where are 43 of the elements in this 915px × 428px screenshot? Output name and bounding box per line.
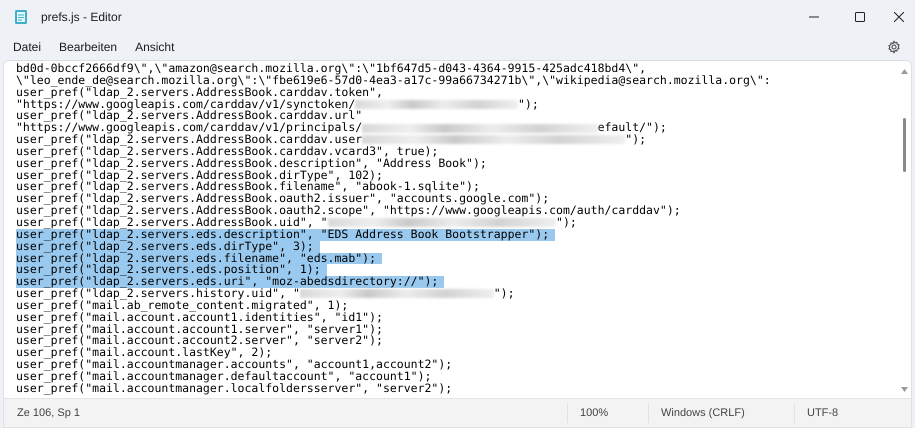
code-line: "); (625, 134, 646, 146)
code-line: user_pref("ldap_2.servers.history.uid", " (16, 288, 300, 300)
scroll-up-icon[interactable] (900, 69, 908, 74)
code-line: "); (556, 216, 577, 229)
code-line: "); (494, 288, 515, 300)
menu-item[interactable]: Datei (4, 37, 50, 57)
code-line: user_pref("mail.account.lastKey", 2); (16, 347, 272, 360)
code-line: user_pref("ldap_2.servers.AddressBook.carddav.vcard3", true); (16, 146, 438, 158)
code-line: user_pref("mail.accountmanager.localfoldersserver", "server2"); (16, 382, 452, 395)
code-line: bd0d-0bccf2666df9\",\"amazon@search.mozilla.org\":\"1bf647d5-d043-4364-9915-425adc418bd4\", (16, 63, 646, 75)
close-icon (894, 12, 904, 22)
code-line: user_pref("ldap_2.servers.AddressBook.filename", "abook-1.sqlite"); (16, 181, 480, 194)
code-line: user_pref("mail.ab_remote_content.migrated", 1); (16, 300, 348, 312)
scroll-down-icon[interactable] (900, 387, 908, 392)
code-line: "https://www.googleapis.com/carddav/v1/synctoken/ (16, 98, 356, 110)
code-line: "); (518, 98, 539, 110)
code-line: user_pref("mail.account.account2.server", "server2"); (16, 335, 383, 348)
menu-item[interactable]: Bearbeiten (50, 37, 126, 57)
settings-icon[interactable] (887, 40, 901, 54)
window-title: prefs.js - Editor (41, 10, 123, 24)
code-line: user_pref("mail.accountmanager.accounts", "account1,account2"); (16, 359, 452, 371)
maximize-icon (855, 12, 865, 22)
line-endings: Windows (CRLF) (661, 407, 745, 419)
scrollbar-thumb[interactable] (902, 118, 906, 172)
code-line: user_pref("ldap_2.servers.AddressBook.oauth2.scope", "https://www.googleapis.com/auth/carddav"); (16, 205, 681, 217)
code-line: efault/"); (598, 122, 667, 134)
code-line: user_pref("ldap_2.servers.AddressBook.oauth2.issuer", "accounts.google.com"); (16, 193, 550, 206)
code-line: user_pref("ldap_2.servers.AddressBook.description", "Address Book"); (16, 158, 487, 170)
code-line: user_pref("ldap_2.servers.AddressBook.carddav.url" (16, 110, 362, 122)
code-line: "https://www.googleapis.com/carddav/v1/principals/ (16, 122, 362, 134)
encoding: UTF-8 (807, 407, 838, 419)
zoom-level: 100% (580, 407, 608, 419)
code-line: user_pref("mail.account.account1.server", "server1"); (16, 324, 383, 336)
code-line: user_pref("mail.accountmanager.defaultaccount", "account1"); (16, 370, 432, 383)
code-line: user_pref("ldap_2.servers.AddressBook.carddav.token", (16, 86, 383, 99)
code-line: user_pref("ldap_2.servers.AddressBook.dirType", 102); (16, 170, 383, 182)
code-line: \"leo_ende_de@search.mozilla.org\":\"fbe619e6-57d0-4ea3-a17c-99a66734271b\",\"wikipedia@search.mozilla.org\": (16, 74, 771, 87)
notepad-icon (13, 9, 29, 25)
code-line: user_pref("ldap_2.servers.AddressBook.carddav.user (16, 134, 362, 146)
code-line: user_pref("ldap_2.servers.AddressBook.uid", " (16, 216, 328, 229)
menu-item[interactable]: Ansicht (126, 37, 184, 57)
code-line: user_pref("mail.account.account1.identities", "id1"); (16, 312, 383, 324)
cursor-position: Ze 106, Sp 1 (16, 407, 81, 419)
